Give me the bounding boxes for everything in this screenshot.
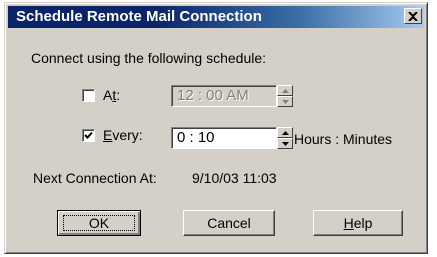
spin-down-icon: [281, 99, 289, 104]
at-checkbox[interactable]: [82, 89, 95, 102]
close-button[interactable]: [404, 8, 422, 24]
at-label-prefix: A: [103, 87, 113, 103]
every-spin-down-button[interactable]: [277, 138, 293, 149]
close-icon: [408, 11, 418, 21]
at-label-suffix: :: [116, 87, 121, 103]
at-time-field[interactable]: 12 : 00 AM: [171, 85, 277, 107]
every-checkbox[interactable]: [82, 129, 95, 142]
every-spin-up-button[interactable]: [277, 127, 293, 138]
at-label[interactable]: At:: [103, 87, 120, 103]
every-label[interactable]: Every:: [103, 127, 143, 143]
every-interval-spinner[interactable]: [277, 127, 293, 149]
next-connection-value: 9/10/03 11:03: [192, 170, 277, 186]
every-label-hotkey: E: [103, 127, 113, 143]
spin-up-icon: [281, 88, 289, 93]
checkmark-icon: [84, 131, 93, 139]
ok-button[interactable]: OK: [57, 210, 141, 236]
help-button-label: elp: [353, 215, 373, 231]
window-title: Schedule Remote Mail Connection: [16, 8, 262, 25]
title-bar[interactable]: Schedule Remote Mail Connection: [8, 6, 424, 28]
every-label-rest: very:: [112, 127, 143, 143]
at-time-spinner[interactable]: [277, 85, 293, 107]
cancel-button[interactable]: Cancel: [183, 210, 275, 236]
spin-down-icon: [281, 141, 289, 146]
at-spin-down-button[interactable]: [277, 96, 293, 107]
at-spin-up-button[interactable]: [277, 85, 293, 96]
schedule-intro-label: Connect using the following schedule:: [31, 50, 267, 66]
help-button[interactable]: Help: [313, 210, 403, 236]
spin-up-icon: [281, 130, 289, 135]
focus-rectangle: [63, 215, 135, 231]
interval-unit-label: Hours : Minutes: [294, 131, 393, 147]
every-interval-field[interactable]: 0 : 10: [171, 127, 277, 149]
help-hotkey-label: H: [343, 215, 354, 231]
cancel-button-label: Cancel: [207, 215, 251, 231]
next-connection-label: Next Connection At:: [33, 170, 157, 186]
schedule-dialog: Schedule Remote Mail Connection Connect …: [4, 2, 428, 254]
